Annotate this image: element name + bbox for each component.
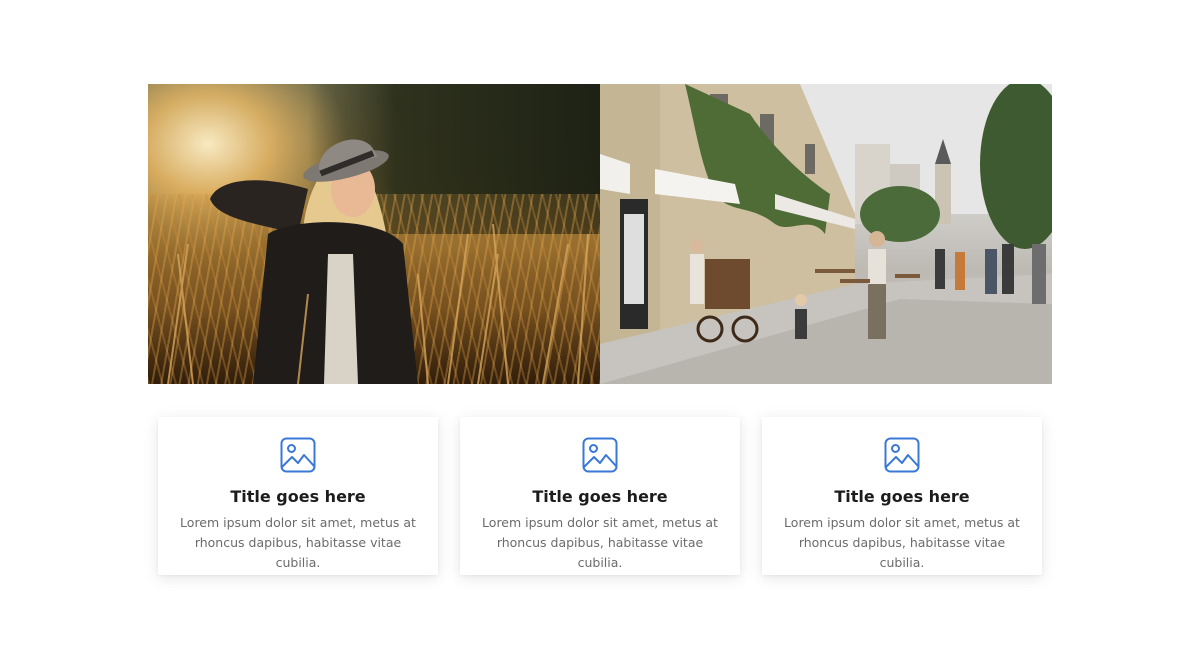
feature-card: Title goes here Lorem ipsum dolor sit am… — [158, 417, 438, 575]
card-title: Title goes here — [834, 487, 970, 506]
card-description: Lorem ipsum dolor sit amet, metus at rho… — [482, 515, 718, 570]
street-scene — [600, 84, 1052, 384]
card-description: Lorem ipsum dolor sit amet, metus at rho… — [180, 515, 416, 570]
card-title: Title goes here — [230, 487, 366, 506]
photo-strip — [148, 84, 1052, 384]
image-icon — [280, 437, 316, 473]
town-street-photo — [600, 84, 1052, 384]
image-icon — [582, 437, 618, 473]
feature-card: Title goes here Lorem ipsum dolor sit am… — [460, 417, 740, 575]
image-icon — [884, 437, 920, 473]
feature-card: Title goes here Lorem ipsum dolor sit am… — [762, 417, 1042, 575]
woman-in-wheat-field-photo — [148, 84, 600, 384]
woman-figure — [167, 139, 589, 384]
card-description: Lorem ipsum dolor sit amet, metus at rho… — [784, 515, 1020, 570]
card-title: Title goes here — [532, 487, 668, 506]
feature-cards: Title goes here Lorem ipsum dolor sit am… — [158, 417, 1042, 575]
